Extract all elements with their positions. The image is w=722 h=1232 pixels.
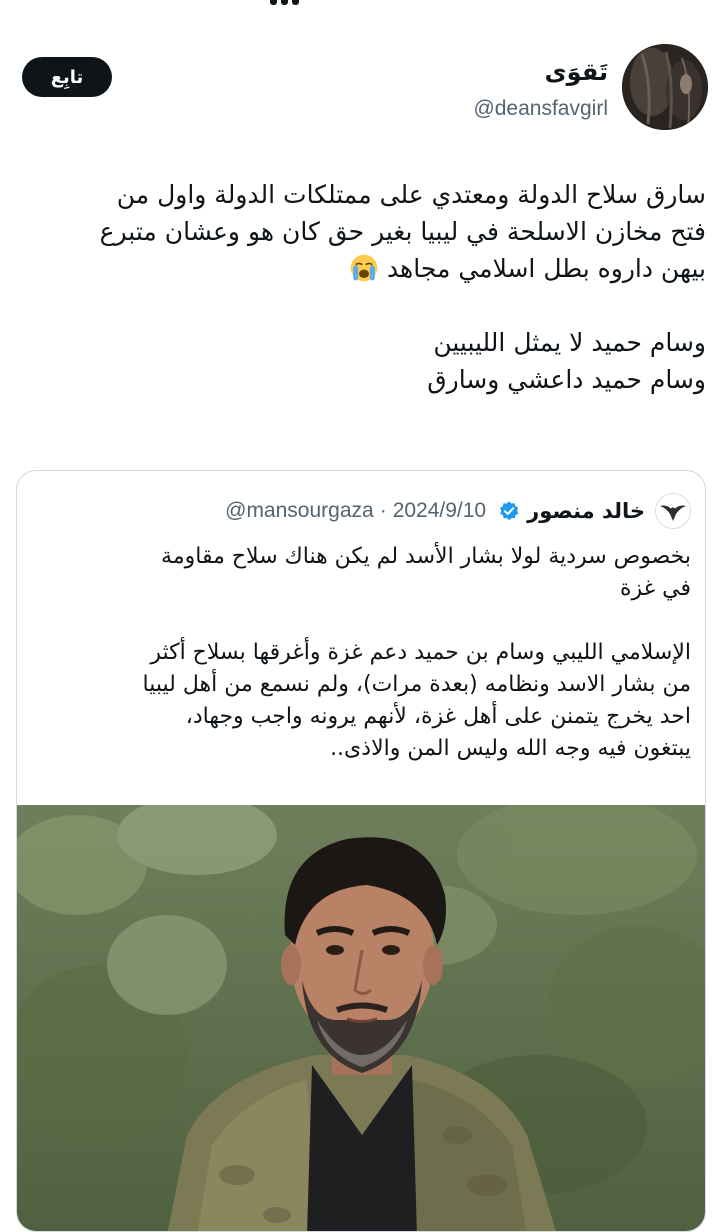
quoted-tweet-text: بخصوص سردية لولا بشار الأسد لم يكن هناك …	[31, 541, 691, 765]
tweet-text-line: بيهن داروه بطل اسلامي مجاهد	[16, 250, 706, 287]
quoted-text-line: من بشار الاسد ونظامه (بعدة مرات)، ولم نس…	[142, 672, 691, 697]
quoted-meta: @mansourgaza · 2024/9/10	[225, 499, 486, 523]
follow-button[interactable]: تابِع	[22, 57, 112, 97]
quoted-author-handle[interactable]: @mansourgaza	[225, 499, 374, 522]
tweet-header: تَقوَى @deansfavgirl تابِع	[0, 44, 722, 134]
loudly-crying-face-icon	[350, 254, 378, 282]
quoted-text-line: بخصوص سردية لولا بشار الأسد لم يكن هناك …	[161, 544, 691, 569]
quoted-author-avatar[interactable]	[655, 493, 691, 529]
author-display-name[interactable]: تَقوَى	[545, 58, 608, 86]
portrait-photo	[17, 805, 705, 1231]
previous-post-cutoff	[270, 0, 450, 6]
tweet-text-line: وسام حميد داعشي وسارق	[427, 365, 706, 394]
tweet-text-line: سارق سلاح الدولة ومعتدي على ممتلكات الدو…	[116, 180, 706, 209]
tweet-text: سارق سلاح الدولة ومعتدي على ممتلكات الدو…	[16, 176, 706, 398]
quoted-tweet-photo[interactable]	[17, 805, 705, 1231]
quoted-text-line: الإسلامي الليبي وسام بن حميد دعم غزة وأغ…	[150, 640, 691, 665]
avatar-image	[622, 44, 708, 130]
quoted-tweet-header: خالد منصور @mansourgaza · 2024/9/10	[225, 493, 691, 529]
tweet-text-span: بيهن داروه بطل اسلامي مجاهد	[386, 254, 706, 283]
quoted-text-line: احد يخرج يتمنن على أهل غزة، لأنهم يرونه …	[185, 704, 691, 729]
meta-separator: ·	[379, 499, 387, 522]
bird-logo-icon	[656, 494, 690, 528]
quoted-date[interactable]: 2024/9/10	[393, 499, 486, 522]
tweet-text-line: فتح مخازن الاسلحة في ليبيا بغير حق كان ه…	[99, 217, 706, 246]
verified-badge-icon	[500, 501, 519, 521]
tweet-text-line: وسام حميد لا يمثل الليبيين	[433, 328, 706, 357]
avatar[interactable]	[622, 44, 708, 130]
quoted-tweet-card[interactable]: خالد منصور @mansourgaza · 2024/9/10 بخصوص …	[16, 470, 706, 1232]
quoted-text-line: يبتغون فيه وجه الله وليس المن والاذى..	[330, 736, 691, 761]
quoted-author-name[interactable]: خالد منصور	[527, 499, 645, 523]
author-handle[interactable]: @deansfavgirl	[473, 97, 608, 121]
quoted-text-line: في غزة	[619, 576, 691, 601]
